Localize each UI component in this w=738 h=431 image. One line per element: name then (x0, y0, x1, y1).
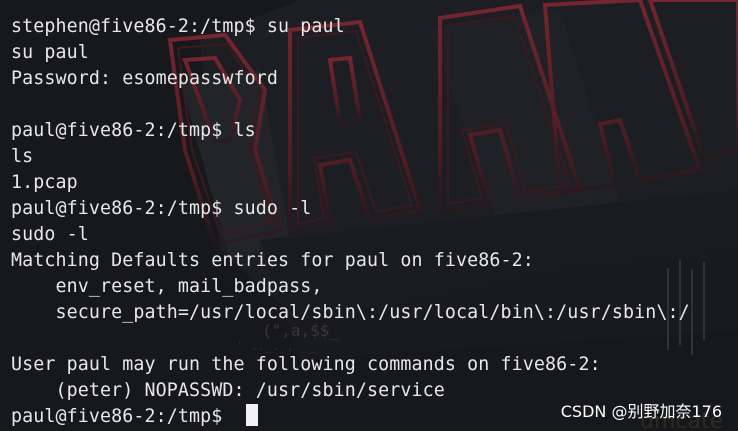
terminal-line: User paul may run the following commands… (11, 354, 601, 375)
terminal-cursor[interactable] (245, 404, 258, 426)
csdn-watermark: CSDN @别野加奈176 (560, 402, 722, 421)
terminal-line: 1.pcap (11, 172, 78, 193)
terminal-line: Password: esomepasswford (11, 68, 279, 89)
terminal-line: su paul (11, 42, 89, 63)
terminal-line: ls (11, 146, 34, 167)
terminal-prompt: paul@five86-2:/tmp$ (11, 406, 234, 427)
terminal-line: stephen@five86-2:/tmp$ su paul (11, 16, 345, 37)
terminal-line: secure_path=/usr/local/sbin\:/usr/local/… (11, 302, 690, 323)
terminal-line: Matching Defaults entries for paul on fi… (11, 250, 534, 271)
terminal-output[interactable]: stephen@five86-2:/tmp$ su paul su paul P… (11, 14, 738, 430)
terminal-line: env_reset, mail_badpass, (11, 276, 323, 297)
terminal-line: paul@five86-2:/tmp$ ls (11, 120, 256, 141)
terminal-line: sudo -l (11, 224, 89, 245)
terminal-line: paul@five86-2:/tmp$ sudo -l (11, 198, 312, 219)
